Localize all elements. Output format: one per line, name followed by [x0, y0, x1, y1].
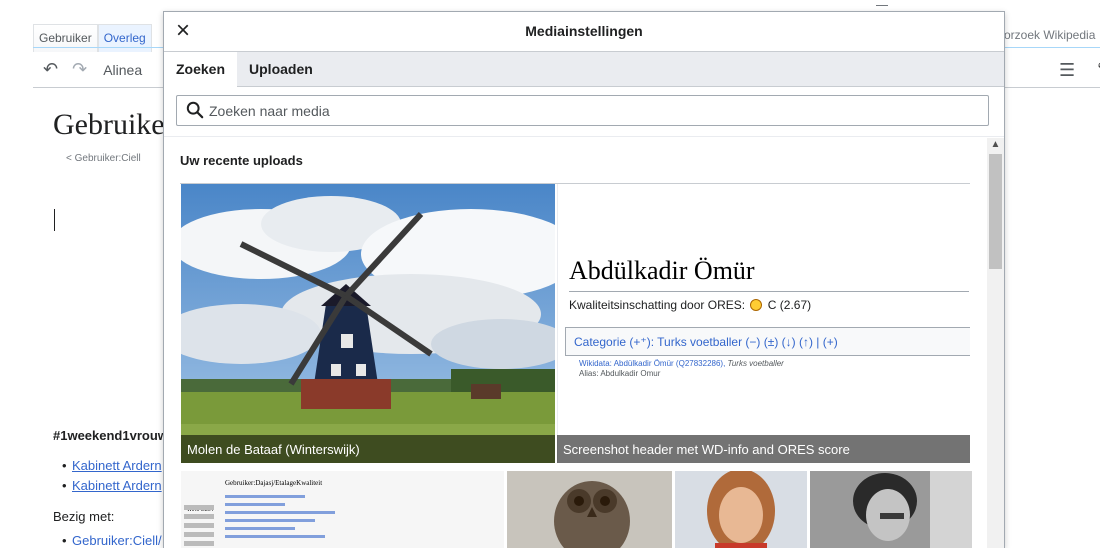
doc-line [225, 503, 285, 506]
list-item: • Gebruiker:Ciell/ [62, 533, 162, 548]
media-search-field[interactable] [176, 95, 989, 126]
search-icon [186, 101, 204, 119]
redo-icon[interactable]: ↷ [72, 59, 87, 80]
wikidata-line: Wikidata: Abdülkadir Ömür (Q27832286), T… [579, 359, 784, 368]
search-input[interactable] [209, 96, 979, 125]
list-link[interactable]: Gebruiker:Ciell/ [72, 533, 162, 548]
upload-thumbnail-bw-portrait[interactable] [810, 471, 972, 548]
category-box: Categorie (+⁺): Turks voetballer (−) (±)… [565, 327, 970, 356]
doc-header: Gebruiker:Dajasj/EtalageKwaliteit [225, 479, 323, 487]
doc-sidebar [181, 501, 217, 548]
media-settings-dialog: × Mediainstellingen Zoeken Uploaden Uw r… [163, 11, 1005, 548]
bw-portrait-photo-icon [810, 471, 972, 548]
ores-grade: C [767, 298, 777, 312]
doc-line [225, 511, 335, 514]
text-cursor [54, 209, 55, 231]
upload-thumbnail-screenshot[interactable]: Abdülkadir Ömür Kwaliteitsinschatting do… [557, 184, 970, 463]
scroll-up-icon[interactable]: ▲ [987, 138, 1004, 152]
doc-line [225, 495, 305, 498]
menu-icon[interactable]: ☰ [1059, 60, 1075, 81]
thumbnail-caption: Screenshot header met WD-info and ORES s… [557, 435, 970, 463]
screenshot-article-title: Abdülkadir Ömür [569, 256, 755, 285]
dialog-title: Mediainstellingen [525, 23, 643, 39]
doc-line [225, 535, 325, 538]
alias-line: Alias: Abdulkadir Omur [579, 369, 661, 378]
wikidata-link: Abdülkadir Ömür (Q27832286) [613, 359, 724, 368]
list-link[interactable]: Kabinett Ardern [72, 478, 162, 493]
breadcrumb[interactable]: < Gebruiker:Ciell [66, 153, 141, 164]
list-item: • Kabinett Ardern [62, 478, 162, 493]
scrollbar[interactable]: ▲ [987, 138, 1004, 548]
windmill-photo-icon [181, 184, 555, 463]
upload-thumbnail-owl[interactable] [507, 471, 672, 548]
wiki-search-input[interactable]: orzoek Wikipedia [1004, 28, 1095, 42]
ores-line: Kwaliteitsinschatting door ORES: C (2.67… [569, 298, 811, 312]
upload-thumbnail-document[interactable]: WIKIPEDIA Gebruiker:Dajasj/EtalageKwalit… [181, 471, 504, 548]
doc-line [225, 527, 295, 530]
section-title: Uw recente uploads [180, 153, 303, 168]
thumbnail-caption: Molen de Bataaf (Winterswijk) [181, 435, 555, 463]
wikidata-prefix: Wikidata: [579, 359, 612, 368]
undo-icon[interactable]: ↶ [43, 59, 58, 80]
scrollbar-thumb[interactable] [989, 154, 1002, 269]
dialog-header: × Mediainstellingen [164, 12, 1004, 52]
hashtag-text: #1weekend1vrouw [53, 428, 168, 443]
ores-badge-icon [750, 299, 763, 311]
wikidata-description: Turks voetballer [727, 359, 784, 368]
ores-score: (2.67) [779, 298, 812, 312]
page-title: Gebruike [53, 108, 165, 141]
paragraph-format-dropdown[interactable]: Alinea [103, 62, 142, 78]
minimize-indicator [876, 0, 888, 6]
list-item: • Kabinett Ardern [62, 458, 162, 473]
divider [569, 291, 969, 292]
woman-portrait-photo-icon [675, 471, 807, 548]
tab-upload[interactable]: Uploaden [237, 52, 325, 86]
bezig-label: Bezig met: [53, 509, 115, 524]
doc-line [225, 519, 315, 522]
list-link[interactable]: Kabinett Ardern [72, 458, 162, 473]
divider [164, 136, 1004, 137]
screenshot-image-icon [557, 184, 970, 463]
dialog-tabs: Zoeken Uploaden [164, 52, 1004, 87]
owl-sculpture-photo-icon [507, 471, 672, 548]
upload-thumbnail-woman[interactable] [675, 471, 807, 548]
tab-search[interactable]: Zoeken [164, 52, 238, 87]
upload-thumbnail-windmill[interactable]: Molen de Bataaf (Winterswijk) [181, 184, 555, 463]
ores-label: Kwaliteitsinschatting door ORES: [569, 298, 746, 312]
